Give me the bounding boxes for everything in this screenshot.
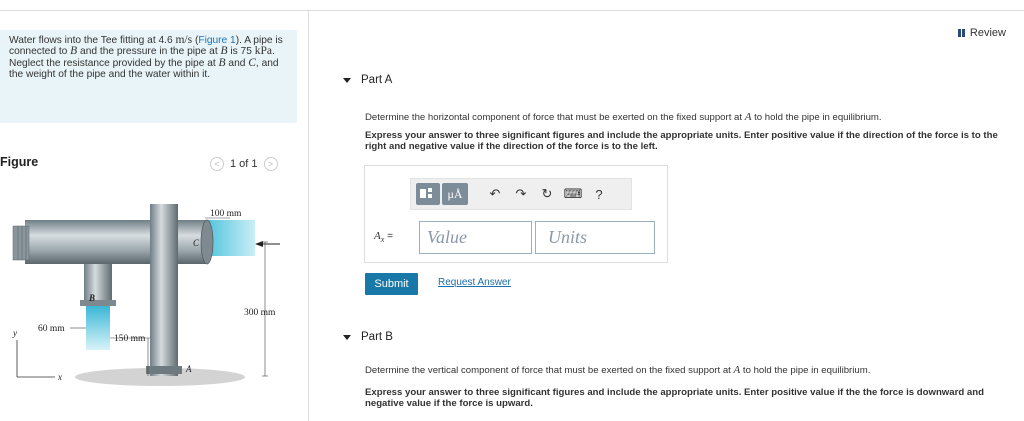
template-button[interactable] [416, 183, 440, 205]
template-icon [420, 188, 432, 198]
pipe-opening-c [200, 219, 214, 265]
var-b: B [218, 56, 226, 69]
part-a-header[interactable]: Part A [343, 74, 392, 86]
question-text: to hold the pipe in equilibrium. [740, 365, 871, 376]
part-b-question: Determine the vertical component of forc… [365, 364, 870, 376]
units-input[interactable]: Units [535, 221, 655, 254]
var-b: B [220, 45, 228, 58]
answer-variable-label: Ax = [374, 230, 393, 244]
flow-arrow-head [255, 241, 263, 247]
dim-100-label: 100 mm [210, 209, 242, 219]
point-a-label: A [185, 364, 192, 374]
question-text: to hold the pipe in equilibrium. [751, 112, 882, 123]
collapse-triangle-icon [343, 334, 351, 340]
review-label: Review [969, 27, 1006, 39]
unit-pressure: kPa [254, 45, 272, 58]
reset-button[interactable]: ↻ [534, 183, 560, 205]
problem-text: and [225, 57, 249, 69]
left-flange [12, 225, 30, 261]
equals-sign: = [384, 231, 393, 242]
dim-150-label: 150 mm [114, 334, 146, 344]
help-button[interactable]: ? [586, 183, 612, 205]
value-input[interactable]: Value [419, 221, 532, 254]
support-column [150, 204, 178, 376]
keyboard-button[interactable]: ⌨ [560, 183, 586, 205]
top-divider [0, 10, 1024, 11]
point-c-label: C [193, 238, 200, 248]
figure-pager: < 1 of 1 > [210, 157, 278, 171]
part-b-header[interactable]: Part B [343, 331, 393, 343]
var-c: C [248, 56, 256, 69]
question-text: Determine the horizontal component of fo… [365, 112, 745, 123]
prev-figure-button[interactable]: < [210, 157, 224, 171]
redo-button[interactable]: ↷ [508, 183, 534, 205]
var-name: A [374, 230, 381, 242]
question-text: Determine the vertical component of forc… [365, 365, 734, 376]
axis-x-label: x [57, 372, 62, 382]
branch-flange [80, 300, 116, 306]
axis-y-label: y [12, 328, 17, 338]
review-link[interactable]: Review [957, 27, 1006, 39]
part-a-question: Determine the horizontal component of fo… [365, 111, 882, 123]
part-b-instruction: Express your answer to three significant… [365, 387, 984, 409]
support-base [146, 366, 182, 374]
request-answer-link[interactable]: Request Answer [438, 277, 511, 288]
next-figure-button[interactable]: > [263, 157, 278, 171]
problem-statement: Water flows into the Tee fitting at 4.6 … [0, 30, 297, 123]
point-b-label: B [88, 293, 95, 303]
dim-60-label: 60 mm [38, 324, 65, 334]
submit-button[interactable]: Submit [365, 273, 418, 295]
problem-text: Water flows into the Tee fitting at 4.6 [9, 35, 176, 46]
figure-title: Figure [0, 155, 39, 169]
unit-velocity: m/s [175, 34, 193, 46]
water-outlet-jet [86, 306, 110, 350]
horizontal-pipe [25, 220, 207, 264]
problem-text: and the pressure in the pipe at [77, 46, 221, 58]
part-a-instruction: Express your answer to three significant… [365, 130, 998, 152]
dim-300-label: 300 mm [244, 308, 276, 318]
undo-button[interactable]: ↶ [482, 183, 508, 205]
review-icon [957, 29, 965, 37]
figure-link[interactable]: Figure 1 [198, 35, 235, 46]
part-a-label: Part A [361, 74, 393, 86]
part-b-label: Part B [361, 331, 393, 343]
collapse-triangle-icon [343, 77, 351, 83]
figure-page-indicator: 1 of 1 [230, 158, 258, 170]
answer-box: μÅ ↶ ↷ ↻ ⌨ ? Ax = Value Units [364, 165, 668, 263]
units-button[interactable]: μÅ [442, 183, 468, 205]
tee-fitting-figure[interactable]: 100 mm 300 mm 60 mm 150 mm B C A y x [0, 180, 300, 395]
math-toolbar: μÅ ↶ ↷ ↻ ⌨ ? [410, 178, 632, 210]
panel-divider [308, 11, 309, 421]
